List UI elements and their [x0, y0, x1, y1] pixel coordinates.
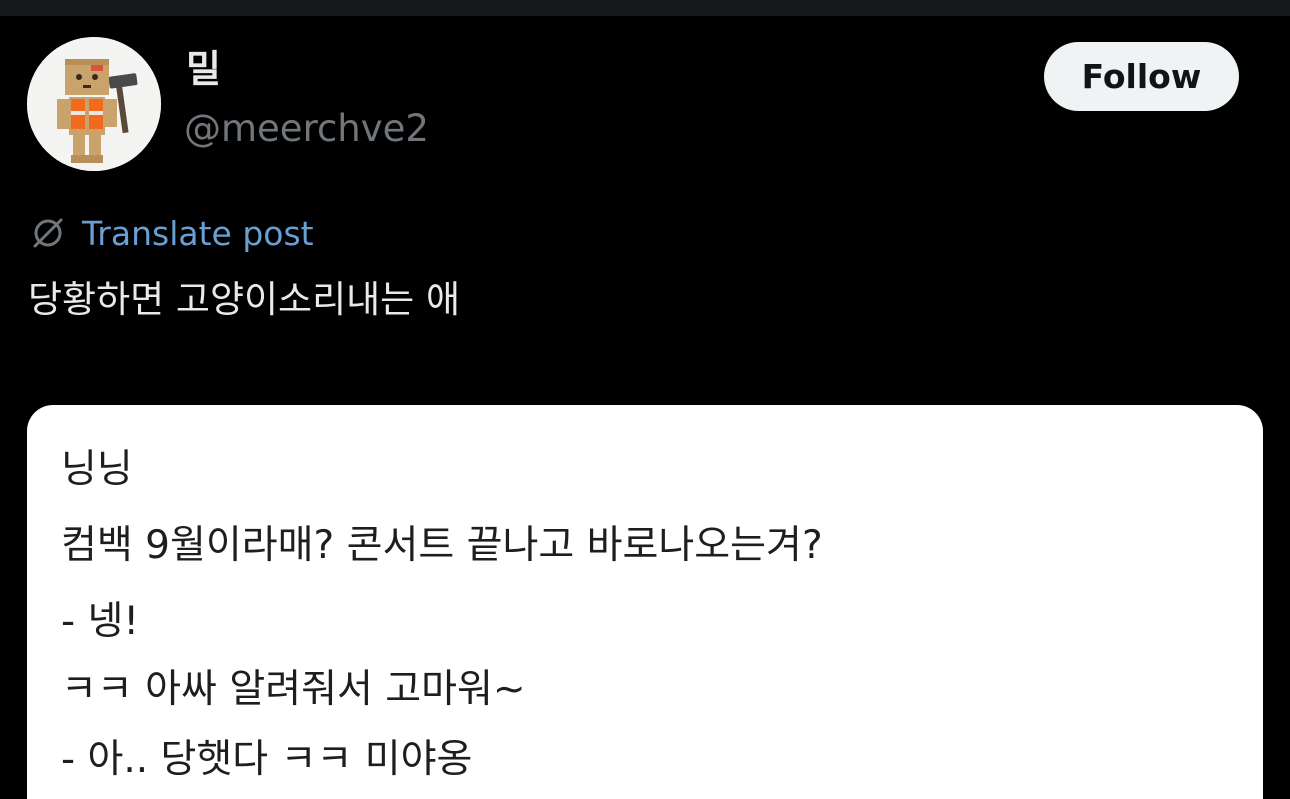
translate-post-label: Translate post [82, 213, 314, 253]
media-line-2: 컴백 9월이라매? 콘서트 끝나고 바로나오는겨? [61, 523, 823, 568]
author-display-name[interactable]: 밀 [186, 50, 221, 88]
media-line-1: 닝닝 [61, 447, 133, 492]
follow-button[interactable]: Follow [1044, 42, 1239, 111]
post-text: 당황하면 고양이소리내는 애 [28, 278, 461, 321]
avatar[interactable] [27, 37, 161, 171]
top-strip [0, 0, 1290, 16]
media-line-4: ㅋㅋ 아싸 알려줘서 고마워~ [61, 667, 526, 712]
translate-globe-icon [33, 218, 63, 248]
translate-post-link[interactable]: Translate post [28, 211, 314, 255]
author-handle[interactable]: @meerchve2 [184, 110, 429, 147]
media-line-3: - 넹! [61, 599, 139, 644]
post-media-image[interactable]: 닝닝 컴백 9월이라매? 콘서트 끝나고 바로나오는겨? - 넹! ㅋㅋ 아싸 … [27, 405, 1263, 799]
media-line-5: - 아.. 당햇다 ㅋㅋ 미야옹 [61, 737, 473, 782]
cardboard-box-robot-avatar-icon [27, 37, 161, 171]
